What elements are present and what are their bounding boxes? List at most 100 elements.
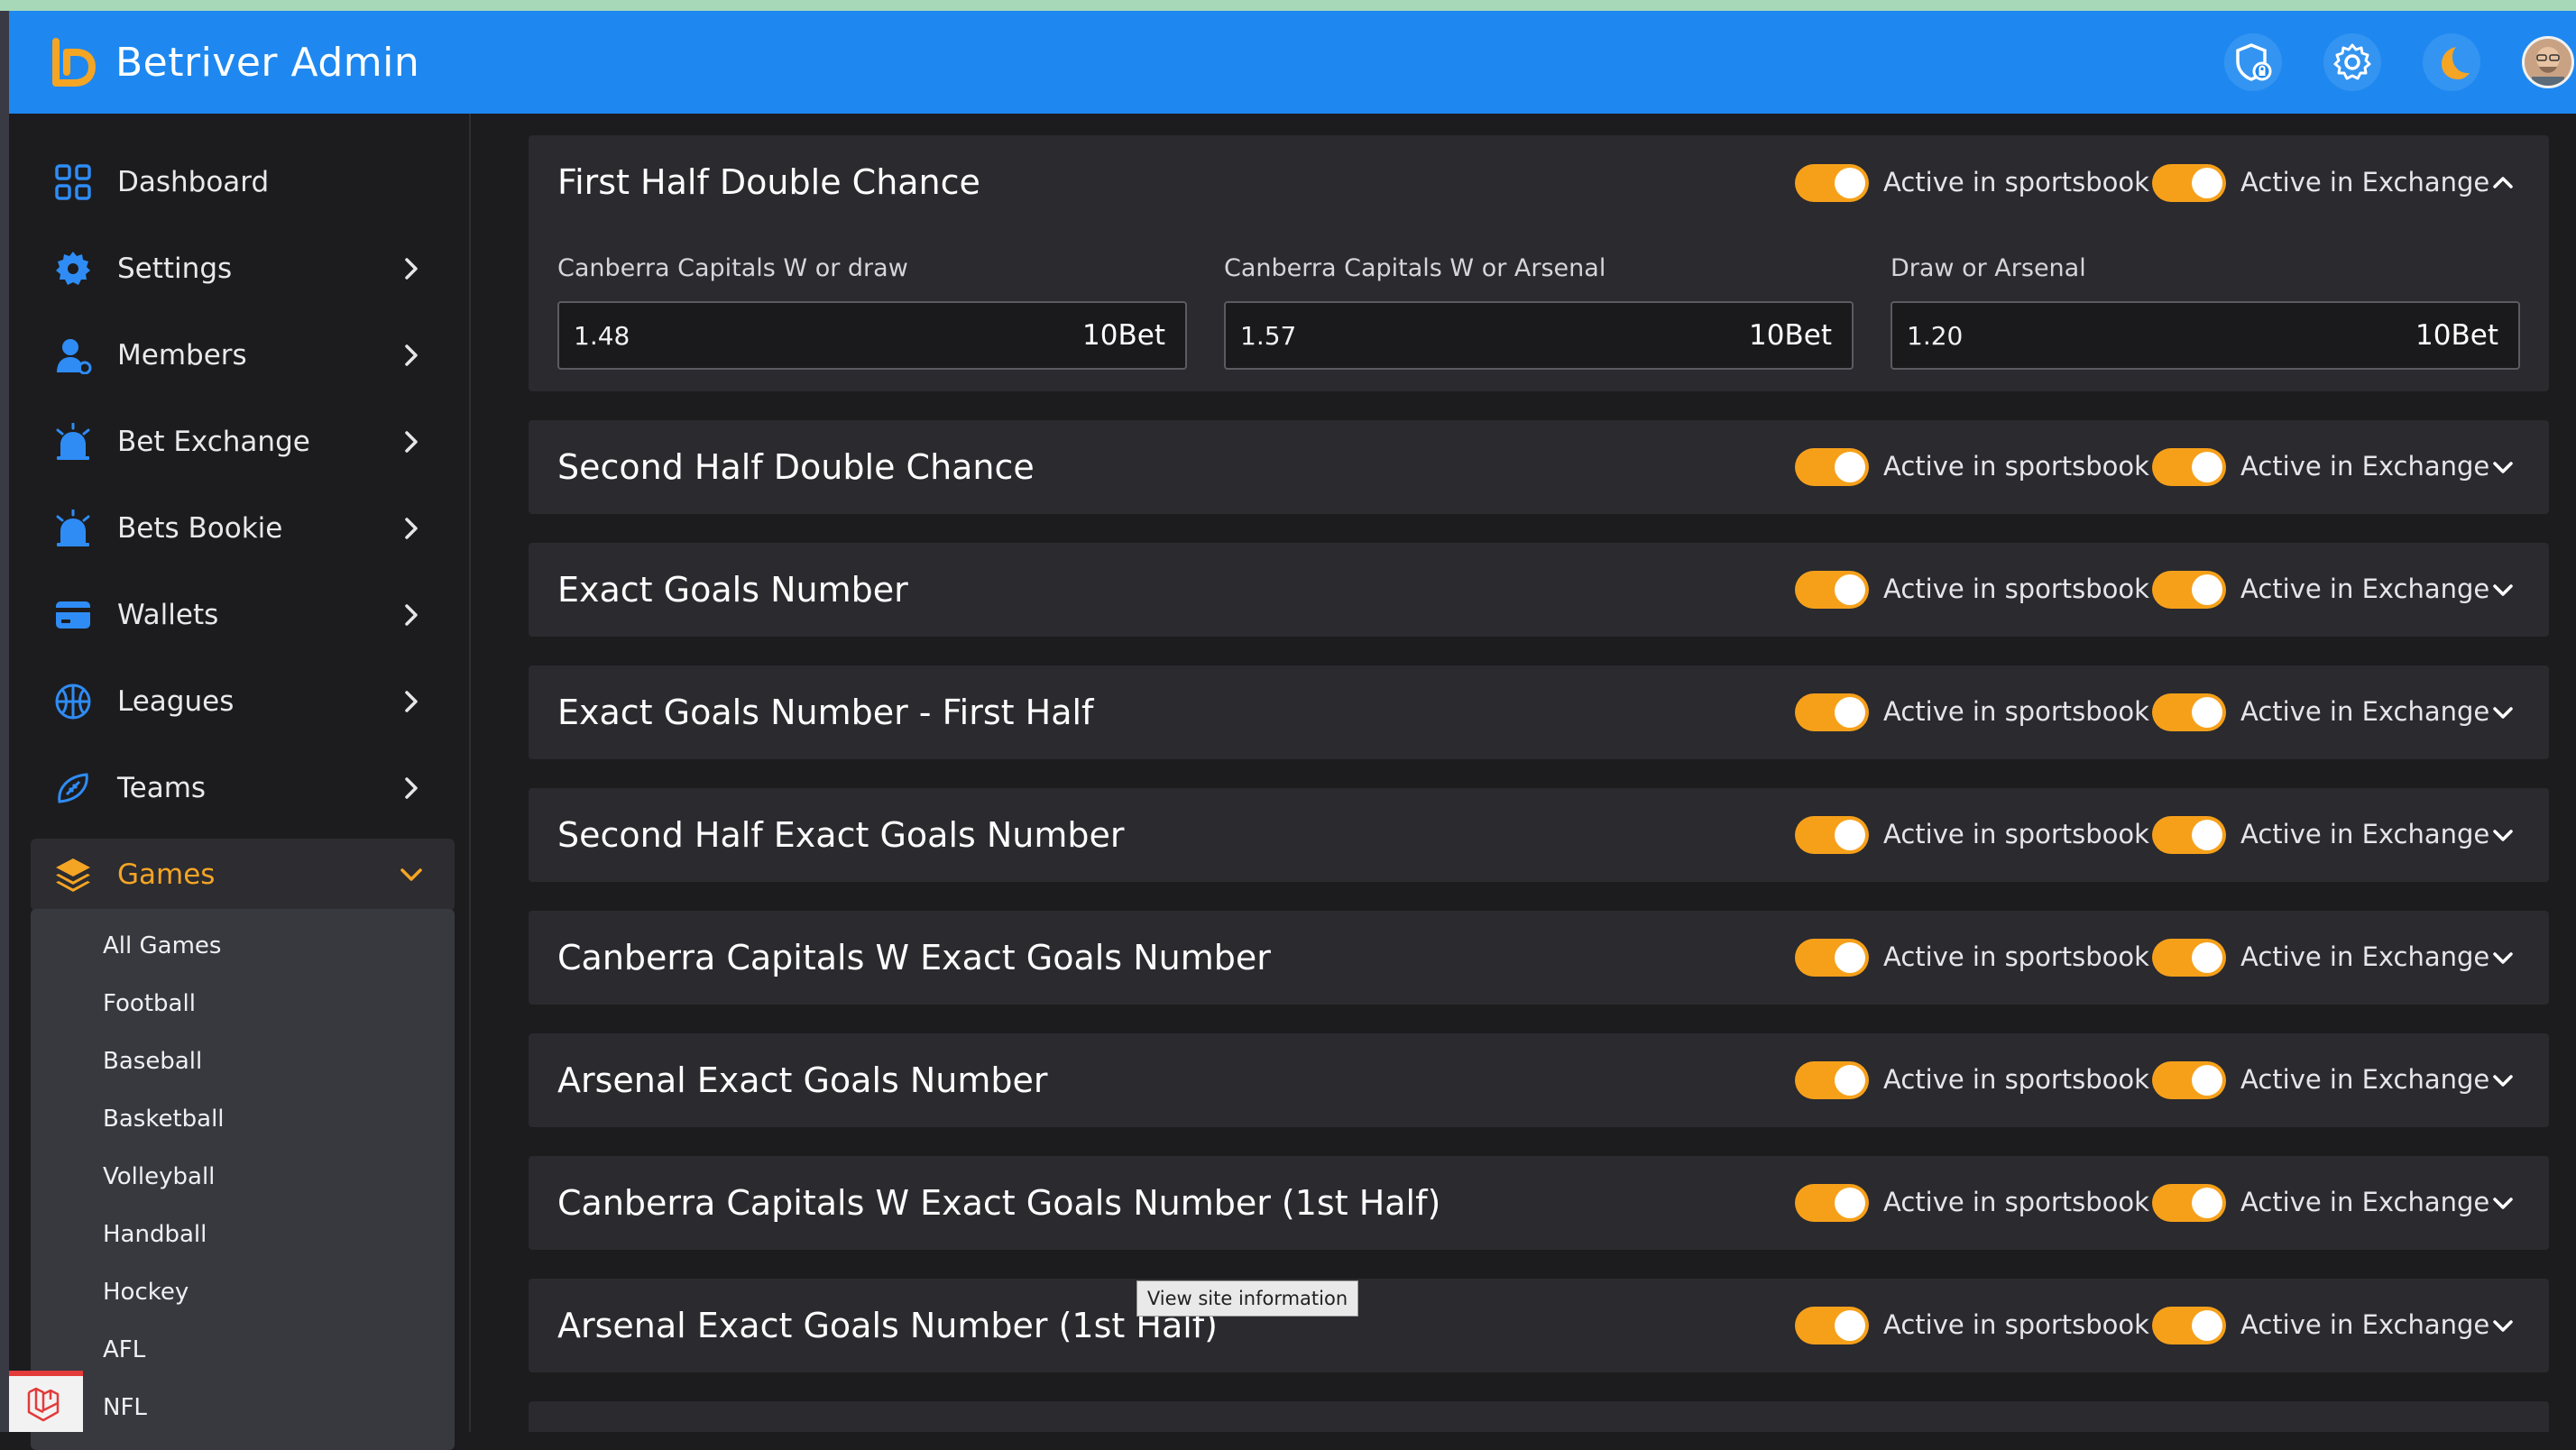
sidebar-item-wallets[interactable]: Wallets [31,579,455,651]
debugbar-button[interactable] [9,1371,83,1432]
chevron-down-icon[interactable] [2489,699,2516,726]
toggle-knob [1835,574,1865,605]
odds-field[interactable]: 1.48 10Bet [557,301,1187,370]
toggle-knob [2192,820,2222,850]
sidebar-item-bets-bookie[interactable]: Bets Bookie [31,492,455,564]
sidebar-item-leagues[interactable]: Leagues [31,665,455,738]
chevron-down-icon[interactable] [2489,576,2516,603]
exchange-toggle[interactable] [2152,164,2226,202]
sidebar-item-label: Settings [117,252,233,285]
sidebar-item-label: Members [117,339,247,372]
submenu-item-baseball[interactable]: Baseball [103,1048,202,1075]
sportsbook-toggle[interactable] [1795,1307,1869,1344]
exchange-toggle[interactable] [2152,1307,2226,1344]
submenu-item-hockey[interactable]: Hockey [103,1279,189,1306]
chevron-right-icon [405,518,418,539]
submenu-item-handball[interactable]: Handball [103,1221,207,1248]
submenu-item-football[interactable]: Football [103,990,196,1017]
chevron-down-icon[interactable] [2489,1312,2516,1339]
sportsbook-toggle[interactable] [1795,1061,1869,1099]
brand-logo-icon [52,38,96,87]
market-panel[interactable]: Arsenal Exact Goals Number (1st Half) Ac… [529,1279,2549,1372]
avatar-face [2525,39,2571,86]
security-button[interactable] [2224,33,2282,91]
exchange-toggle[interactable] [2152,571,2226,609]
sidebar-item-games[interactable]: Games [31,839,455,911]
sidebar-item-settings[interactable]: Settings [31,233,455,305]
sidebar-item-label: Wallets [117,599,219,631]
sportsbook-toggle[interactable] [1795,939,1869,977]
submenu-item-volleyball[interactable]: Volleyball [103,1163,215,1190]
toggle-knob [1835,820,1865,850]
chevron-down-icon[interactable] [2489,821,2516,849]
market-panel[interactable]: Exact Goals Number - First Half Active i… [529,665,2549,759]
toggle-knob [1835,697,1865,728]
exchange-toggle[interactable] [2152,939,2226,977]
sportsbook-toggle-label: Active in sportsbook [1883,451,2149,482]
market-title: First Half Double Chance [557,162,980,202]
toggle-knob [1835,942,1865,973]
toggle-knob [2192,697,2222,728]
window-left-edge [0,11,9,1432]
site-info-tooltip: View site information [1136,1280,1358,1317]
odds-field[interactable]: 1.57 10Bet [1224,301,1854,370]
sportsbook-toggle[interactable] [1795,571,1869,609]
market-panel[interactable]: Canberra Capitals W Exact Goals Number (… [529,1156,2549,1250]
submenu-item-nfl[interactable]: NFL [103,1394,147,1421]
exchange-toggle-label: Active in Exchange [2240,451,2490,482]
alarm-icon [52,421,94,463]
toggle-knob [2192,574,2222,605]
brand[interactable]: Betriver Admin [47,36,419,88]
exchange-toggle[interactable] [2152,1061,2226,1099]
sportsbook-toggle[interactable] [1795,693,1869,731]
sportsbook-toggle-label: Active in sportsbook [1883,941,2149,972]
submenu-item-basketball[interactable]: Basketball [103,1106,225,1133]
toggle-knob [2192,1310,2222,1341]
sidebar-item-teams[interactable]: Teams [31,752,455,824]
exchange-toggle[interactable] [2152,693,2226,731]
market-panel[interactable]: Second Half Exact Goals Number Active in… [529,788,2549,882]
settings-button[interactable] [2323,33,2381,91]
exchange-toggle[interactable] [2152,1184,2226,1222]
sidebar-item-bet-exchange[interactable]: Bet Exchange [31,406,455,478]
sidebar-item-dashboard[interactable]: Dashboard [31,146,455,218]
sportsbook-toggle[interactable] [1795,164,1869,202]
submenu-item-afl[interactable]: AFL [103,1336,145,1363]
bookmaker-name: 10Bet [2415,319,2498,352]
chevron-down-icon[interactable] [2489,1067,2516,1094]
exchange-toggle-label: Active in Exchange [2240,1187,2490,1217]
sidebar-item-members[interactable]: Members [31,319,455,391]
sportsbook-toggle-label: Active in sportsbook [1883,574,2149,604]
chevron-up-icon[interactable] [2489,170,2516,197]
exchange-toggle[interactable] [2152,448,2226,486]
chevron-down-icon[interactable] [2489,944,2516,971]
alarm-icon [52,508,94,549]
market-panel[interactable]: Exact Goals Number Active in sportsbook … [529,543,2549,637]
browser-top-strip [0,0,2576,11]
theme-toggle-button[interactable] [2423,33,2480,91]
odds-field[interactable]: 1.20 10Bet [1891,301,2520,370]
sportsbook-toggle[interactable] [1795,448,1869,486]
chevron-down-icon[interactable] [2489,1189,2516,1216]
market-panel[interactable]: Second Half Double Chance Active in spor… [529,420,2549,514]
market-title: Arsenal Exact Goals Number (1st Half) [557,1306,1219,1345]
moon-icon [2442,47,2470,79]
exchange-toggle[interactable] [2152,816,2226,854]
sportsbook-toggle[interactable] [1795,1184,1869,1222]
chevron-down-icon [400,868,422,881]
submenu-item-all-games[interactable]: All Games [103,932,221,959]
sportsbook-toggle[interactable] [1795,816,1869,854]
market-panel[interactable]: Canberra Capitals W Exact Goals Number A… [529,911,2549,1005]
outcome-label: Canberra Capitals W or draw [557,254,908,282]
sidebar-item-label: Bets Bookie [117,512,283,545]
gear-icon [2333,43,2371,80]
toggle-knob [1835,1310,1865,1341]
sportsbook-toggle-label: Active in sportsbook [1883,1064,2149,1095]
bookmaker-name: 10Bet [1082,319,1165,352]
market-panel[interactable] [529,1401,2549,1432]
toggle-knob [2192,1065,2222,1096]
toggle-knob [1835,1188,1865,1218]
chevron-down-icon[interactable] [2489,454,2516,481]
market-panel[interactable]: Arsenal Exact Goals Number Active in spo… [529,1033,2549,1127]
user-avatar[interactable] [2522,36,2574,88]
